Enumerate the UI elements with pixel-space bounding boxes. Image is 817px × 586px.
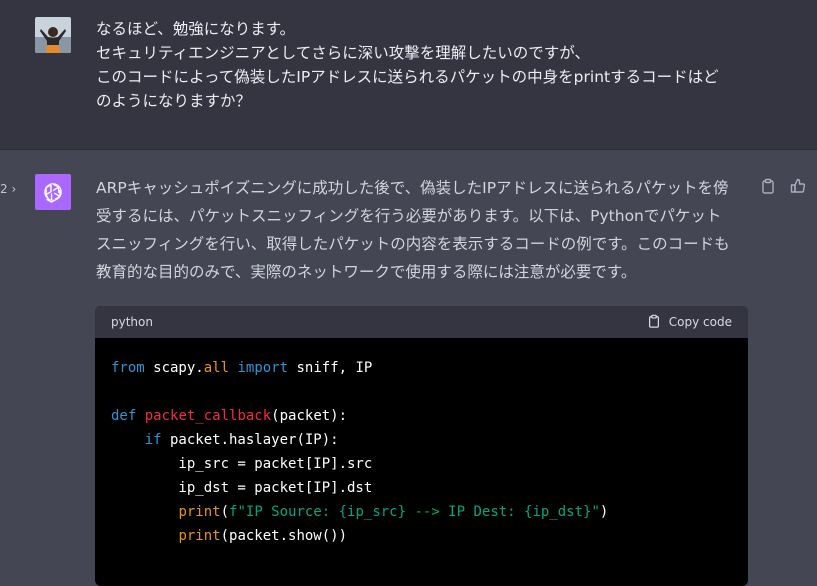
assistant-message: 2 › ARPキャッシュポイズニングに成功した後で、偽装したIPアドレスに送られ… xyxy=(0,150,817,586)
openai-logo-icon xyxy=(44,183,62,203)
code-line: ip_src = packet[IP].src xyxy=(111,456,373,472)
assistant-line: スニッフィングを行い、取得したパケットの内容を表示するコードの例です。このコード… xyxy=(96,235,730,253)
user-line: のようになりますか？ xyxy=(96,92,252,110)
code-token: ) xyxy=(599,504,609,520)
user-message-text: なるほど、勉強になります。 セキュリティエンジニアとしてさらに深い攻撃を理解した… xyxy=(96,17,756,113)
code-line: ip_dst = packet[IP].dst xyxy=(111,480,373,496)
code-token: import xyxy=(237,360,289,376)
assistant-avatar xyxy=(35,174,71,210)
code-token: all xyxy=(203,360,230,376)
code-token: print xyxy=(178,504,221,520)
code-header: python Copy code xyxy=(95,306,748,338)
copy-code-label: Copy code xyxy=(668,315,732,329)
code-token: print xyxy=(178,528,221,544)
user-line: セキュリティエンジニアとしてさらに深い攻撃を理解したいのですが、 xyxy=(96,44,590,62)
code-line: from scapy.all import sniff, IP xyxy=(111,356,732,380)
code-token: f"IP Source: {ip_src} --> IP Dest: {ip_d… xyxy=(229,504,600,520)
assistant-line: 教育的な目的のみで、実際のネットワークで使用する際には注意が必要です。 xyxy=(96,263,637,281)
thumbs-up-icon[interactable] xyxy=(790,178,806,194)
code-token: from xyxy=(111,360,145,376)
code-line: if packet.haslayer(IP): xyxy=(111,428,732,452)
code-line: def packet_callback(packet): xyxy=(111,404,732,428)
code-token: sniff, IP xyxy=(288,360,373,376)
assistant-line: 受するには、パケットスニッフィングを行う必要があります。以下は、Pythonでパ… xyxy=(96,207,722,225)
message-actions xyxy=(760,178,806,194)
assistant-line: ARPキャッシュポイズニングに成功した後で、偽装したIPアドレスに送られるパケッ… xyxy=(96,179,729,197)
copy-code-button[interactable]: Copy code xyxy=(647,314,732,331)
response-pager[interactable]: 2 › xyxy=(0,182,16,196)
code-token: (packet.show()) xyxy=(220,528,348,544)
code-token: (packet): xyxy=(271,408,348,424)
code-token: packet_callback xyxy=(144,408,272,424)
code-token: ( xyxy=(220,504,230,520)
user-message: なるほど、勉強になります。 セキュリティエンジニアとしてさらに深い攻撃を理解した… xyxy=(0,0,817,150)
clipboard-icon xyxy=(647,314,661,331)
code-line: print(f"IP Source: {ip_src} --> IP Dest:… xyxy=(111,500,732,524)
code-token: if xyxy=(144,432,162,448)
clipboard-icon[interactable] xyxy=(760,178,776,194)
code-body: from scapy.all import sniff, IP def pack… xyxy=(95,338,748,566)
code-token: scapy. xyxy=(144,360,204,376)
user-line: このコードによって偽装したIPアドレスに送られるパケットの中身をprintするコ… xyxy=(96,68,719,86)
code-line: print(packet.show()) xyxy=(111,524,732,548)
code-block: python Copy code from scapy.all import s… xyxy=(95,306,748,586)
user-line: なるほど、勉強になります。 xyxy=(96,20,296,38)
code-token: packet.haslayer(IP): xyxy=(161,432,339,448)
user-avatar xyxy=(35,17,71,53)
code-token: def xyxy=(111,408,137,424)
assistant-message-text: ARPキャッシュポイズニングに成功した後で、偽装したIPアドレスに送られるパケッ… xyxy=(96,174,751,286)
code-language-label: python xyxy=(111,315,153,329)
